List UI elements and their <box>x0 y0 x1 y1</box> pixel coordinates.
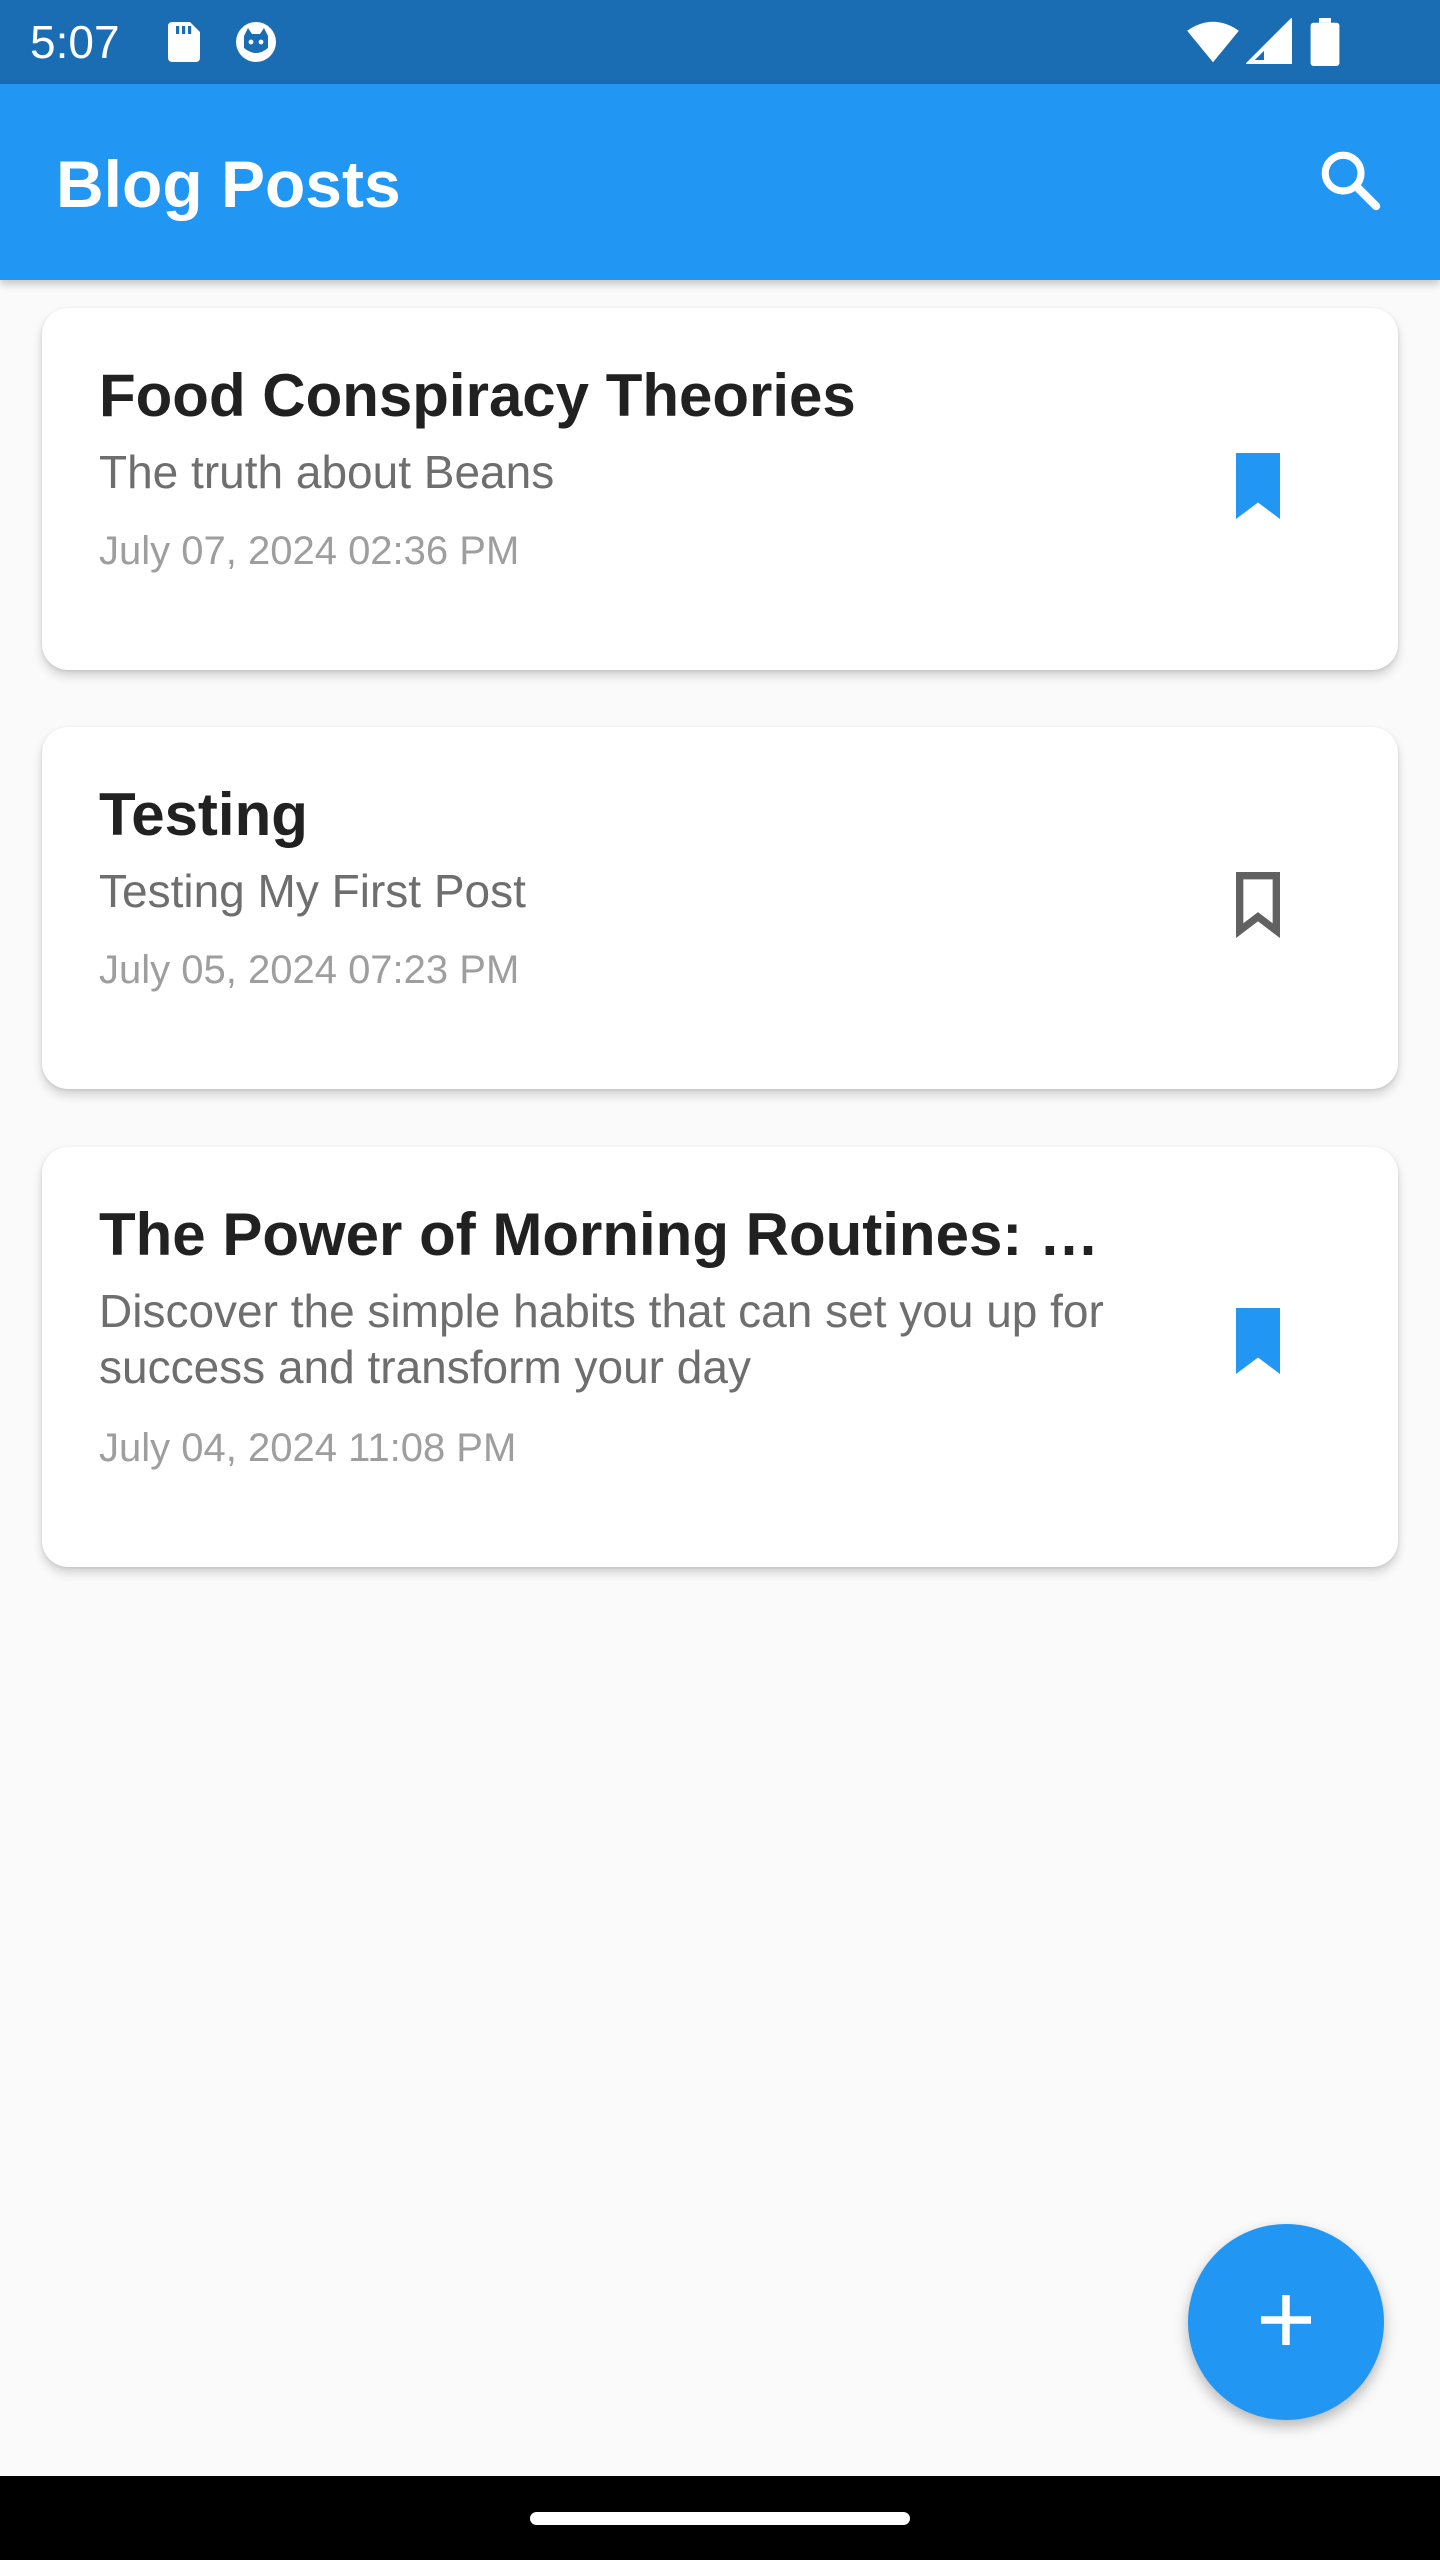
search-icon <box>1317 147 1383 218</box>
sd-card-icon <box>160 18 208 66</box>
post-card[interactable]: Food Conspiracy Theories The truth about… <box>42 308 1398 670</box>
page-title: Blog Posts <box>56 147 401 221</box>
bookmark-outline-icon <box>1230 871 1286 943</box>
post-title: Testing <box>99 781 308 848</box>
battery-icon <box>1310 18 1340 66</box>
post-description: Discover the simple habits that can set … <box>99 1285 1104 1393</box>
app-bar: Blog Posts <box>0 84 1440 280</box>
post-description: The truth about Beans <box>99 446 555 498</box>
search-button[interactable] <box>1310 142 1390 222</box>
post-date: July 04, 2024 11:08 PM <box>99 1426 517 1470</box>
cat-app-icon <box>232 18 280 66</box>
post-date: July 05, 2024 07:23 PM <box>99 948 520 992</box>
plus-icon <box>1256 2290 1316 2355</box>
home-gesture-handle[interactable] <box>530 2512 910 2525</box>
bookmark-button[interactable] <box>1212 442 1304 534</box>
cell-signal-icon <box>1245 17 1294 66</box>
post-title: Food Conspiracy Theories <box>99 362 856 429</box>
status-time: 5:07 <box>30 16 120 68</box>
bookmark-button[interactable] <box>1212 861 1304 953</box>
post-description: Testing My First Post <box>99 865 526 917</box>
system-nav-bar <box>0 2476 1440 2560</box>
post-date: July 07, 2024 02:36 PM <box>99 529 520 573</box>
bookmark-button[interactable] <box>1212 1297 1304 1389</box>
status-bar: 5:07 <box>0 0 1440 84</box>
add-post-button[interactable] <box>1188 2224 1384 2420</box>
post-card[interactable]: The Power of Morning Routines: … Discove… <box>42 1147 1398 1567</box>
bookmark-filled-icon <box>1230 452 1286 524</box>
bookmark-filled-icon <box>1230 1307 1286 1379</box>
post-card[interactable]: Testing Testing My First Post July 05, 2… <box>42 727 1398 1089</box>
wifi-icon <box>1186 18 1240 66</box>
post-title: The Power of Morning Routines: … <box>99 1201 1099 1268</box>
blog-posts-screen: 5:07 Blog Posts Food Conspiracy Theories… <box>0 0 1440 2560</box>
